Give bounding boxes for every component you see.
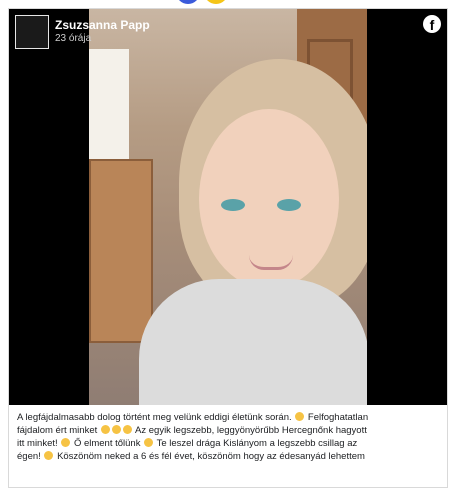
blue-reaction-icon <box>176 0 200 4</box>
caption-line-4: Az egyik legszebb, leggyönyörűbb Hercegn… <box>135 425 367 436</box>
caption-line-5: itt minket! <box>17 438 58 449</box>
crying-emoji-icon <box>144 438 154 447</box>
crying-emoji-icon <box>100 425 110 434</box>
shirt-shape <box>139 279 367 405</box>
facebook-icon[interactable]: f <box>423 15 441 33</box>
post-media: Zsuzsanna Papp 23 órája f <box>9 9 447 405</box>
crying-emoji-icon <box>44 451 54 460</box>
yellow-reaction-icon <box>204 0 228 4</box>
crying-emoji-icon <box>122 425 132 434</box>
reaction-bubbles <box>170 0 240 6</box>
right-eye <box>277 199 301 211</box>
left-eye <box>221 199 245 211</box>
caption-line-6: Ő elment tőlünk <box>73 438 141 449</box>
caption-line-8: égen! <box>17 451 41 462</box>
post-caption: A legfájdalmasabb dolog történt meg velü… <box>17 411 441 463</box>
author-name[interactable]: Zsuzsanna Papp <box>55 18 150 32</box>
post-photo[interactable] <box>89 9 367 405</box>
post-time[interactable]: 23 órája <box>55 33 91 44</box>
crying-emoji-icon <box>61 438 71 447</box>
caption-line-1: A legfájdalmasabb dolog történt meg velü… <box>17 412 292 423</box>
crying-emoji-icon <box>111 425 121 434</box>
author-avatar[interactable] <box>15 15 49 49</box>
caption-line-2: Felfoghatatlan <box>307 412 369 423</box>
window-decor <box>89 49 129 159</box>
cabinet-decor <box>89 159 153 343</box>
caption-line-7: Te leszel drága Kislányom a legszebb csi… <box>156 438 358 449</box>
social-post: Zsuzsanna Papp 23 órája f A legfájdalmas… <box>8 8 448 488</box>
caption-line-3: fájdalom ért minket <box>17 425 98 436</box>
crying-emoji-icon <box>295 412 305 421</box>
caption-line-9: Köszönöm neked a 6 és fél évet, köszönöm… <box>57 451 365 462</box>
